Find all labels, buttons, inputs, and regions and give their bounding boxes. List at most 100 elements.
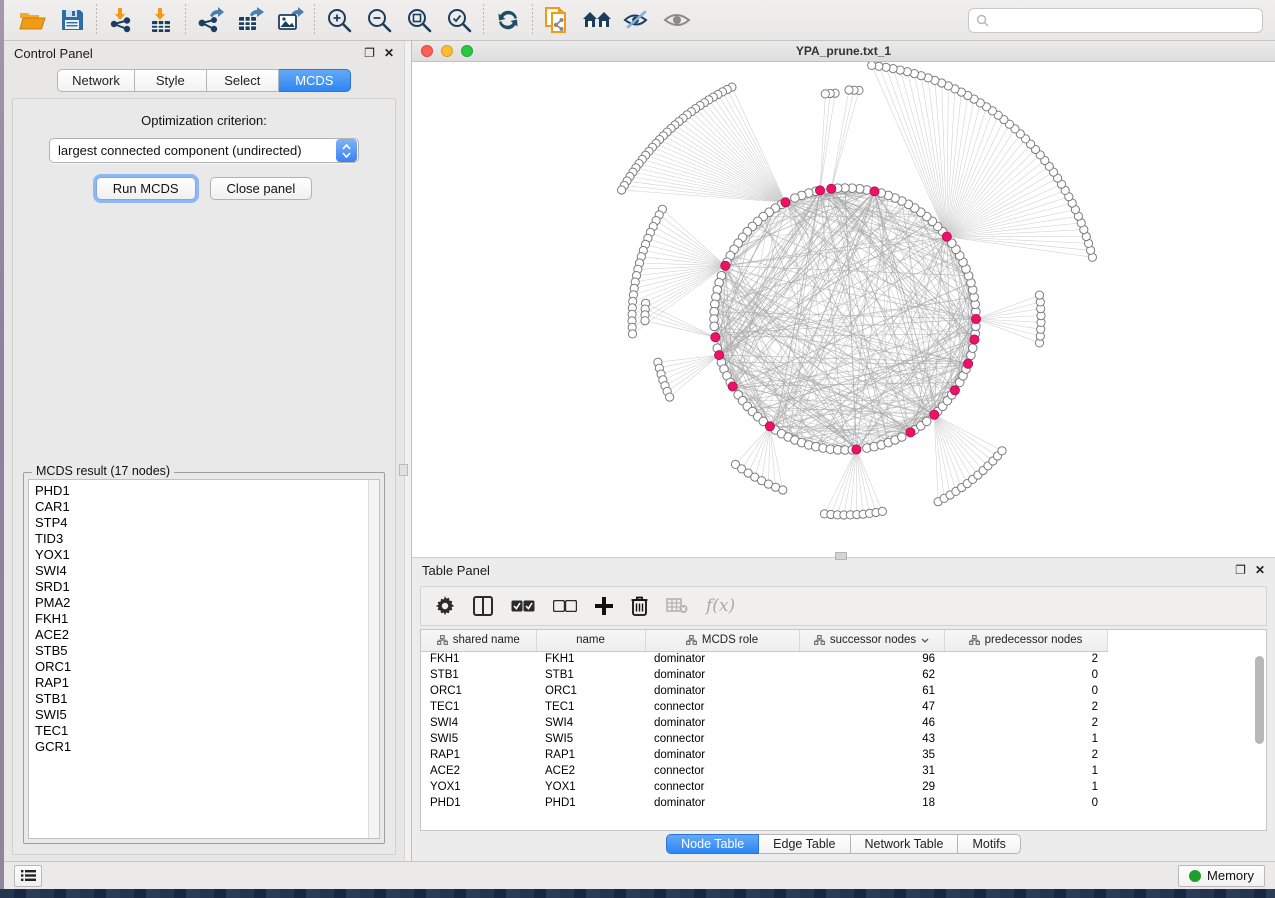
- cell-successors: 46: [799, 715, 944, 731]
- column-header-MCDS-role[interactable]: MCDS role: [645, 630, 799, 651]
- cell-predecessors: 2: [944, 715, 1107, 731]
- tab-network-table[interactable]: Network Table: [851, 834, 959, 854]
- table-row[interactable]: SWI4SWI4dominator462: [421, 715, 1107, 731]
- cell-successors: 31: [799, 763, 944, 779]
- mcds-list-scrollbar[interactable]: [368, 480, 379, 838]
- vertical-splitter[interactable]: [404, 41, 412, 861]
- search-field[interactable]: [994, 13, 1255, 27]
- export-network-icon[interactable]: [190, 3, 230, 37]
- duplicate-network-icon[interactable]: [537, 3, 577, 37]
- network-canvas[interactable]: [412, 62, 1275, 557]
- mcds-result-item[interactable]: PHD1: [35, 483, 368, 499]
- open-session-icon[interactable]: [12, 3, 52, 37]
- cell-role: connector: [645, 763, 799, 779]
- cell-successors: 29: [799, 779, 944, 795]
- tab-network[interactable]: Network: [57, 69, 135, 92]
- toolbar-separator: [483, 4, 484, 36]
- mcds-result-item[interactable]: TID3: [35, 531, 368, 547]
- column-header-predecessor-nodes[interactable]: predecessor nodes: [944, 630, 1107, 651]
- cell-successors: 61: [799, 683, 944, 699]
- first-neighbors-icon[interactable]: [577, 3, 617, 37]
- export-table-icon[interactable]: [230, 3, 270, 37]
- table-row[interactable]: FKH1FKH1dominator962: [421, 651, 1107, 667]
- close-panel-icon[interactable]: ✕: [384, 47, 394, 59]
- delete-table-icon[interactable]: [666, 591, 688, 621]
- search-icon: [976, 14, 989, 27]
- table-row[interactable]: PHD1PHD1dominator180: [421, 795, 1107, 811]
- mcds-result-item[interactable]: ACE2: [35, 627, 368, 643]
- column-header-name[interactable]: name: [536, 630, 645, 651]
- mcds-result-item[interactable]: TEC1: [35, 723, 368, 739]
- apply-function-icon[interactable]: f(x): [706, 591, 735, 621]
- attribute-icon: [969, 635, 980, 645]
- table-settings-icon[interactable]: [435, 591, 455, 621]
- table-scrollbar[interactable]: [1253, 654, 1264, 826]
- run-mcds-button[interactable]: Run MCDS: [96, 177, 196, 200]
- horizontal-splitter-grip[interactable]: [835, 552, 847, 560]
- mcds-result-list[interactable]: PHD1CAR1STP4TID3YOX1SWI4SRD1PMA2FKH1ACE2…: [29, 480, 368, 838]
- export-image-icon[interactable]: [270, 3, 310, 37]
- mcds-result-item[interactable]: YOX1: [35, 547, 368, 563]
- network-window-titlebar[interactable]: YPA_prune.txt_1: [412, 41, 1275, 62]
- table-row[interactable]: ACE2ACE2connector311: [421, 763, 1107, 779]
- zoom-selected-icon[interactable]: [439, 3, 479, 37]
- close-table-panel-icon[interactable]: ✕: [1255, 564, 1265, 576]
- tab-mcds[interactable]: MCDS: [279, 69, 351, 92]
- float-table-panel-icon[interactable]: ❐: [1235, 564, 1246, 576]
- table-scrollbar-thumb[interactable]: [1255, 656, 1264, 744]
- mcds-result-item[interactable]: FKH1: [35, 611, 368, 627]
- mcds-result-item[interactable]: STB5: [35, 643, 368, 659]
- mcds-result-item[interactable]: SWI5: [35, 707, 368, 723]
- zoom-out-icon[interactable]: [359, 3, 399, 37]
- mcds-result-item[interactable]: STP4: [35, 515, 368, 531]
- column-header-successor-nodes[interactable]: successor nodes: [799, 630, 944, 651]
- network-graph: [412, 62, 1274, 557]
- mcds-result-item[interactable]: GCR1: [35, 739, 368, 755]
- attribute-icon: [437, 635, 448, 645]
- save-session-icon[interactable]: [52, 3, 92, 37]
- task-history-button[interactable]: [14, 865, 42, 887]
- task-list-icon: [21, 869, 36, 882]
- zoom-fit-icon[interactable]: [399, 3, 439, 37]
- show-all-icon[interactable]: [657, 3, 697, 37]
- mcds-result-item[interactable]: SRD1: [35, 579, 368, 595]
- toolbar-separator: [185, 4, 186, 36]
- table-row[interactable]: SWI5SWI5connector431: [421, 731, 1107, 747]
- mcds-result-group: MCDS result (17 nodes) PHD1CAR1STP4TID3Y…: [23, 472, 385, 844]
- hide-selected-icon[interactable]: [617, 3, 657, 37]
- table-row[interactable]: RAP1RAP1dominator352: [421, 747, 1107, 763]
- column-header-shared-name[interactable]: shared name: [421, 630, 536, 651]
- add-row-icon[interactable]: [595, 591, 613, 621]
- show-columns-icon[interactable]: [473, 591, 493, 621]
- mcds-result-item[interactable]: PMA2: [35, 595, 368, 611]
- tab-edge-table[interactable]: Edge Table: [759, 834, 850, 854]
- close-panel-button[interactable]: Close panel: [210, 177, 313, 200]
- tab-select[interactable]: Select: [207, 69, 279, 92]
- float-panel-icon[interactable]: ❐: [364, 47, 375, 59]
- delete-rows-icon[interactable]: [631, 591, 648, 621]
- zoom-in-icon[interactable]: [319, 3, 359, 37]
- cell-role: dominator: [645, 747, 799, 763]
- import-table-icon[interactable]: [141, 3, 181, 37]
- mcds-result-item[interactable]: CAR1: [35, 499, 368, 515]
- splitter-grip[interactable]: [399, 464, 408, 476]
- tab-node-table[interactable]: Node Table: [666, 834, 759, 854]
- search-input[interactable]: [968, 8, 1263, 33]
- table-row[interactable]: STB1STB1dominator620: [421, 667, 1107, 683]
- mcds-result-item[interactable]: RAP1: [35, 675, 368, 691]
- refresh-layout-icon[interactable]: [488, 3, 528, 37]
- deselect-all-rows-icon[interactable]: [553, 591, 577, 621]
- memory-button[interactable]: Memory: [1178, 865, 1265, 887]
- table-row[interactable]: TEC1TEC1connector472: [421, 699, 1107, 715]
- import-network-icon[interactable]: [101, 3, 141, 37]
- select-all-rows-icon[interactable]: [511, 591, 535, 621]
- tab-style[interactable]: Style: [135, 69, 207, 92]
- table-row[interactable]: ORC1ORC1dominator610: [421, 683, 1107, 699]
- mcds-result-item[interactable]: STB1: [35, 691, 368, 707]
- tab-motifs[interactable]: Motifs: [958, 834, 1020, 854]
- criterion-select[interactable]: largest connected component (undirected): [49, 138, 359, 163]
- mcds-result-item[interactable]: SWI4: [35, 563, 368, 579]
- table-row[interactable]: YOX1YOX1connector291: [421, 779, 1107, 795]
- cell-role: dominator: [645, 651, 799, 667]
- mcds-result-item[interactable]: ORC1: [35, 659, 368, 675]
